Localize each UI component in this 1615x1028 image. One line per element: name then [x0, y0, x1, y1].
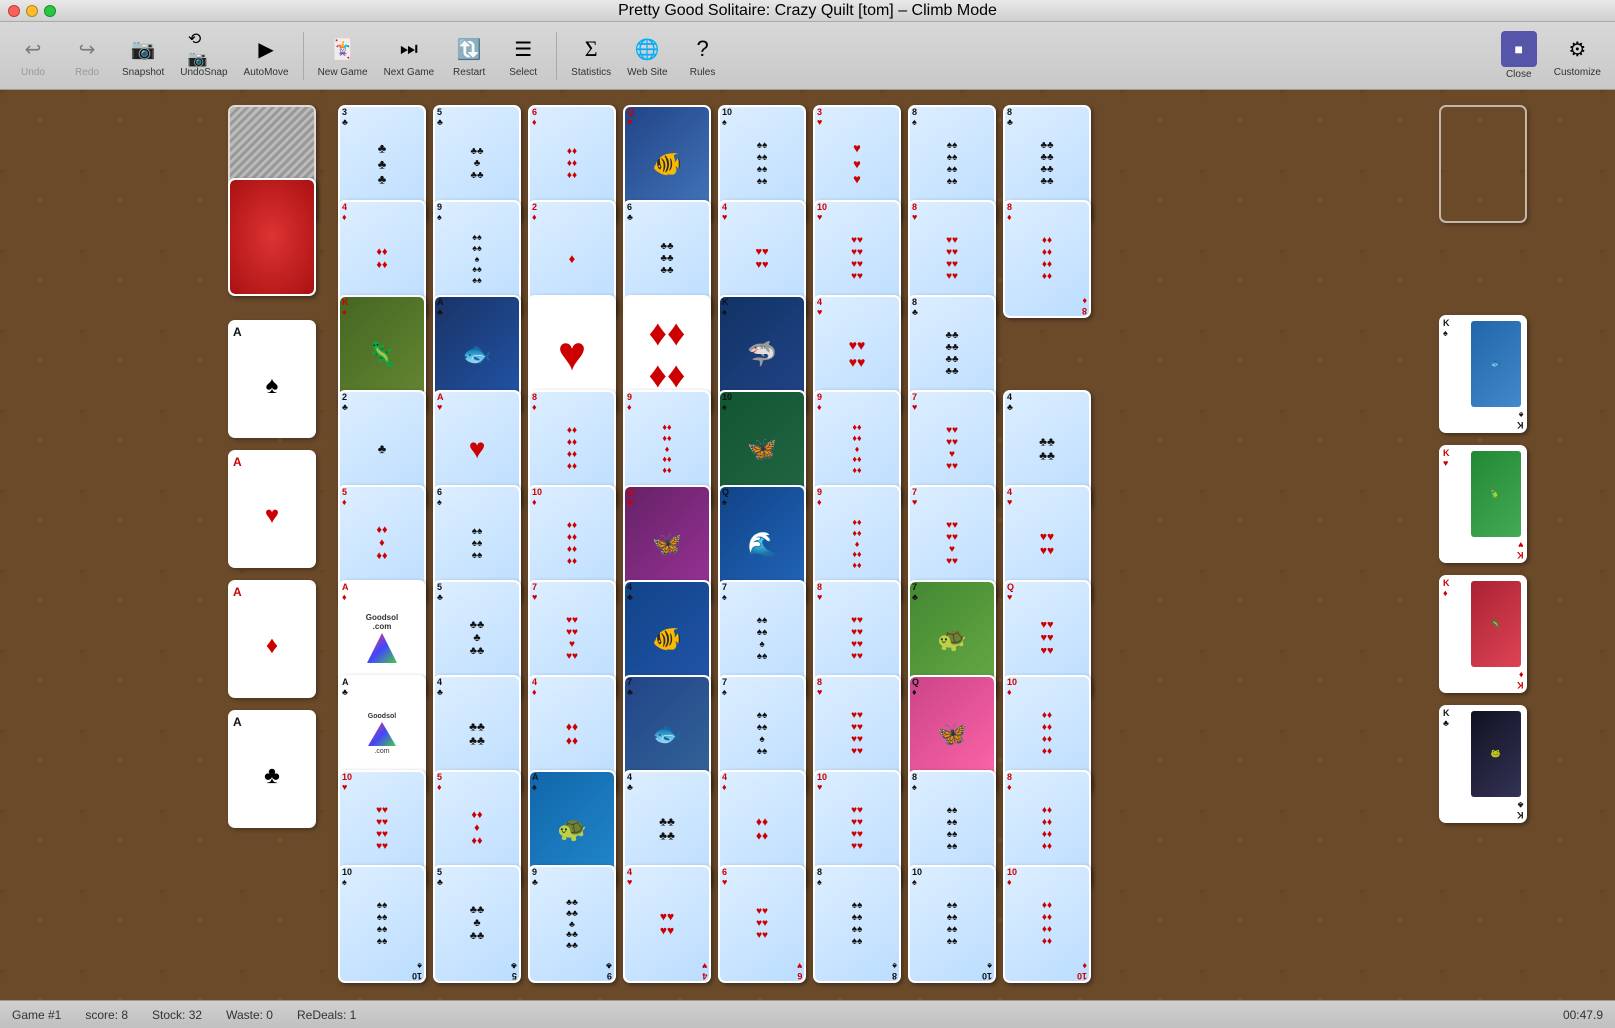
- undo-label: Undo: [21, 67, 45, 78]
- titlebar: Pretty Good Solitaire: Crazy Quilt [tom]…: [0, 0, 1615, 22]
- rules-label: Rules: [690, 67, 716, 78]
- snapshot-button[interactable]: 📷 Snapshot: [116, 29, 170, 82]
- undosnap-icon: ⟲📷: [188, 33, 220, 65]
- undosnap-label: UndoSnap: [180, 67, 227, 78]
- maximize-button[interactable]: [44, 5, 56, 17]
- redo-button[interactable]: ↪ Redo: [62, 29, 112, 82]
- website-label: Web Site: [627, 67, 667, 78]
- separator-1: [303, 32, 304, 80]
- undo-button[interactable]: ↩ Undo: [8, 29, 58, 82]
- statusbar: Game #1 score: 8 Stock: 32 Waste: 0 ReDe…: [0, 1000, 1615, 1028]
- newgame-icon: 🃏: [327, 33, 359, 65]
- close-icon-toolbar: ■: [1501, 31, 1537, 67]
- card-r9c5[interactable]: 6♥ ♥♥♥♥♥♥ 6♥: [718, 865, 806, 983]
- minimize-button[interactable]: [26, 5, 38, 17]
- card-r9c7[interactable]: 10♠ ♠♠♠♠♠♠♠♠ 10♠: [908, 865, 996, 983]
- toolbar: ↩ Undo ↪ Redo 📷 Snapshot ⟲📷 UndoSnap ▶ A…: [0, 22, 1615, 90]
- automove-button[interactable]: ▶ AutoMove: [238, 29, 295, 82]
- close-button-toolbar[interactable]: ■ Close: [1494, 27, 1544, 84]
- nextgame-icon: ⏭: [393, 33, 425, 65]
- newgame-button[interactable]: 🃏 New Game: [312, 29, 374, 82]
- waste-back: [230, 180, 314, 294]
- restart-icon: 🔃: [453, 33, 485, 65]
- automove-label: AutoMove: [244, 67, 289, 78]
- titlebar-buttons: [8, 5, 56, 17]
- select-button[interactable]: ☰ Select: [498, 29, 548, 82]
- redo-label: Redo: [75, 67, 99, 78]
- timer: 00:47.9: [1563, 1008, 1603, 1022]
- website-icon: 🌐: [631, 33, 663, 65]
- ace-hearts-pile[interactable]: A ♥: [228, 450, 316, 568]
- rules-icon: ?: [687, 33, 719, 65]
- nextgame-button[interactable]: ⏭ Next Game: [378, 29, 441, 82]
- score: score: 8: [85, 1008, 128, 1022]
- close-button[interactable]: [8, 5, 20, 17]
- separator-2: [556, 32, 557, 80]
- automove-icon: ▶: [250, 33, 282, 65]
- rules-button[interactable]: ? Rules: [678, 29, 728, 82]
- card-r9c4[interactable]: 4♥ ♥♥♥♥ 4♥: [623, 865, 711, 983]
- close-label: Close: [1506, 69, 1532, 80]
- snapshot-label: Snapshot: [122, 67, 164, 78]
- customize-icon: ⚙: [1561, 33, 1593, 65]
- ace-spades-pile[interactable]: A ♠: [228, 320, 316, 438]
- select-icon: ☰: [507, 33, 539, 65]
- card-r9c8[interactable]: 10♦ ♦♦♦♦♦♦♦♦ 10♦: [1003, 865, 1091, 983]
- redeals-count: ReDeals: 1: [297, 1008, 356, 1022]
- ace-diamonds-pile[interactable]: A ♦: [228, 580, 316, 698]
- k-diamonds-right[interactable]: K♦ 🦎 K♦: [1439, 575, 1527, 693]
- undosnap-button[interactable]: ⟲📷 UndoSnap: [174, 29, 233, 82]
- k-hearts-right[interactable]: K♥ 🦜 K♥: [1439, 445, 1527, 563]
- website-button[interactable]: 🌐 Web Site: [621, 29, 673, 82]
- redo-icon: ↪: [71, 33, 103, 65]
- select-label: Select: [509, 67, 537, 78]
- card-r9c2[interactable]: 5♣ ♣♣♣♣♣ 5♣: [433, 865, 521, 983]
- customize-button[interactable]: ⚙ Customize: [1548, 29, 1607, 82]
- waste-count: Waste: 0: [226, 1008, 273, 1022]
- game-area: A ♠ A ♥ A ♦ A ♣ K♠ 🐟 K♠: [0, 90, 1615, 1000]
- newgame-label: New Game: [318, 67, 368, 78]
- card-r9c6[interactable]: 8♠ ♠♠♠♠♠♠♠♠ 8♠: [813, 865, 901, 983]
- statistics-button[interactable]: Σ Statistics: [565, 29, 617, 82]
- k-spades-right[interactable]: K♠ 🐟 K♠: [1439, 315, 1527, 433]
- right-deco-top: [1439, 105, 1527, 223]
- snapshot-icon: 📷: [127, 33, 159, 65]
- restart-button[interactable]: 🔃 Restart: [444, 29, 494, 82]
- waste-pile[interactable]: [228, 178, 316, 296]
- titlebar-title: Pretty Good Solitaire: Crazy Quilt [tom]…: [618, 2, 997, 20]
- game-number: Game #1: [12, 1008, 61, 1022]
- customize-label: Customize: [1554, 67, 1601, 78]
- statistics-icon: Σ: [575, 33, 607, 65]
- stock-count: Stock: 32: [152, 1008, 202, 1022]
- k-clubs-right[interactable]: K♣ 🐸 K♣: [1439, 705, 1527, 823]
- ace-clubs-pile[interactable]: A ♣: [228, 710, 316, 828]
- undo-icon: ↩: [17, 33, 49, 65]
- card-r2c8[interactable]: 8♦ ♦♦♦♦♦♦♦♦ 8♦: [1003, 200, 1091, 318]
- statistics-label: Statistics: [571, 67, 611, 78]
- card-r9c3[interactable]: 9♣ ♣♣♣♣♣♣♣♣♣ 9♣: [528, 865, 616, 983]
- nextgame-label: Next Game: [384, 67, 435, 78]
- restart-label: Restart: [453, 67, 485, 78]
- card-r9c1[interactable]: 10♠ ♠♠♠♠♠♠♠♠ 10♠: [338, 865, 426, 983]
